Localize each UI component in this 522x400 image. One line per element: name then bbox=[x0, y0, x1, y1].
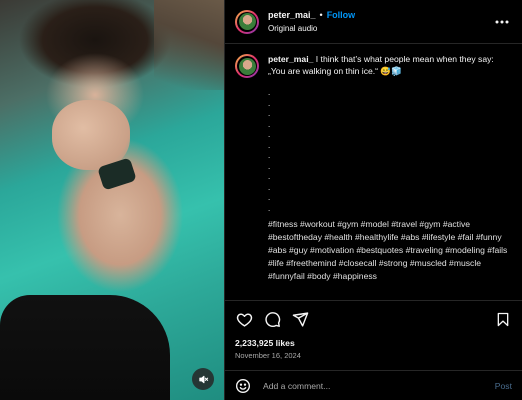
post-video[interactable] bbox=[0, 0, 224, 400]
like-button[interactable] bbox=[235, 310, 253, 328]
avatar[interactable] bbox=[235, 9, 259, 34]
comment-button[interactable] bbox=[263, 310, 281, 328]
caption-dot: . bbox=[268, 140, 271, 150]
caption-section[interactable]: peter_mai_ I think that’s what people me… bbox=[225, 44, 522, 300]
hashtags[interactable]: #fitness #workout #gym #model #travel #g… bbox=[268, 218, 512, 283]
caption: peter_mai_ I think that’s what people me… bbox=[268, 54, 512, 77]
post-header: peter_mai_ • Follow Original audio bbox=[225, 0, 522, 44]
caption-dot: . bbox=[268, 193, 271, 202]
caption-username[interactable]: peter_mai_ bbox=[268, 54, 313, 64]
caption-dot: . bbox=[268, 98, 271, 108]
post-panel: peter_mai_ • Follow Original audio peter… bbox=[224, 0, 522, 400]
caption-dot: . bbox=[268, 130, 271, 139]
audio-label[interactable]: Original audio bbox=[268, 22, 355, 35]
comment-input[interactable] bbox=[261, 379, 495, 392]
separator-dot: • bbox=[319, 9, 323, 20]
share-icon bbox=[292, 311, 308, 327]
share-button[interactable] bbox=[291, 310, 309, 328]
caption-dot: . bbox=[268, 109, 271, 118]
emoji-icon bbox=[236, 378, 250, 393]
bookmark-icon bbox=[497, 312, 509, 326]
caption-dot: . bbox=[268, 203, 271, 213]
more-options-button[interactable] bbox=[492, 20, 512, 24]
like-count[interactable]: 2,233,925 likes bbox=[235, 337, 512, 349]
save-button[interactable] bbox=[494, 310, 512, 328]
caption-dot: . bbox=[268, 151, 271, 160]
post-actions: 2,233,925 likes November 16, 2024 bbox=[225, 300, 522, 363]
caption-dot: . bbox=[268, 161, 271, 171]
emoji-button[interactable] bbox=[235, 378, 251, 394]
video-pants bbox=[0, 295, 170, 400]
caption-dot: . bbox=[268, 172, 271, 181]
post-comment-button[interactable]: Post bbox=[495, 381, 512, 391]
speaker-muted-icon bbox=[198, 375, 208, 383]
caption-dots: . . . . . . . . . . . . bbox=[268, 88, 512, 214]
post-dialog: peter_mai_ • Follow Original audio peter… bbox=[0, 0, 522, 400]
caption-avatar[interactable] bbox=[235, 54, 259, 78]
caption-dot: . bbox=[268, 119, 271, 129]
author-username[interactable]: peter_mai_ bbox=[268, 9, 316, 22]
follow-button[interactable]: Follow bbox=[327, 9, 356, 22]
heart-icon bbox=[236, 312, 252, 327]
caption-dot: . bbox=[268, 88, 271, 97]
post-date[interactable]: November 16, 2024 bbox=[235, 349, 512, 363]
comment-icon bbox=[264, 311, 280, 327]
mute-button[interactable] bbox=[192, 368, 214, 390]
video-hand bbox=[52, 100, 130, 170]
comment-bar: Post bbox=[225, 370, 522, 400]
more-options-icon bbox=[495, 20, 509, 23]
caption-dot: . bbox=[268, 182, 271, 192]
video-rocks bbox=[154, 0, 224, 90]
